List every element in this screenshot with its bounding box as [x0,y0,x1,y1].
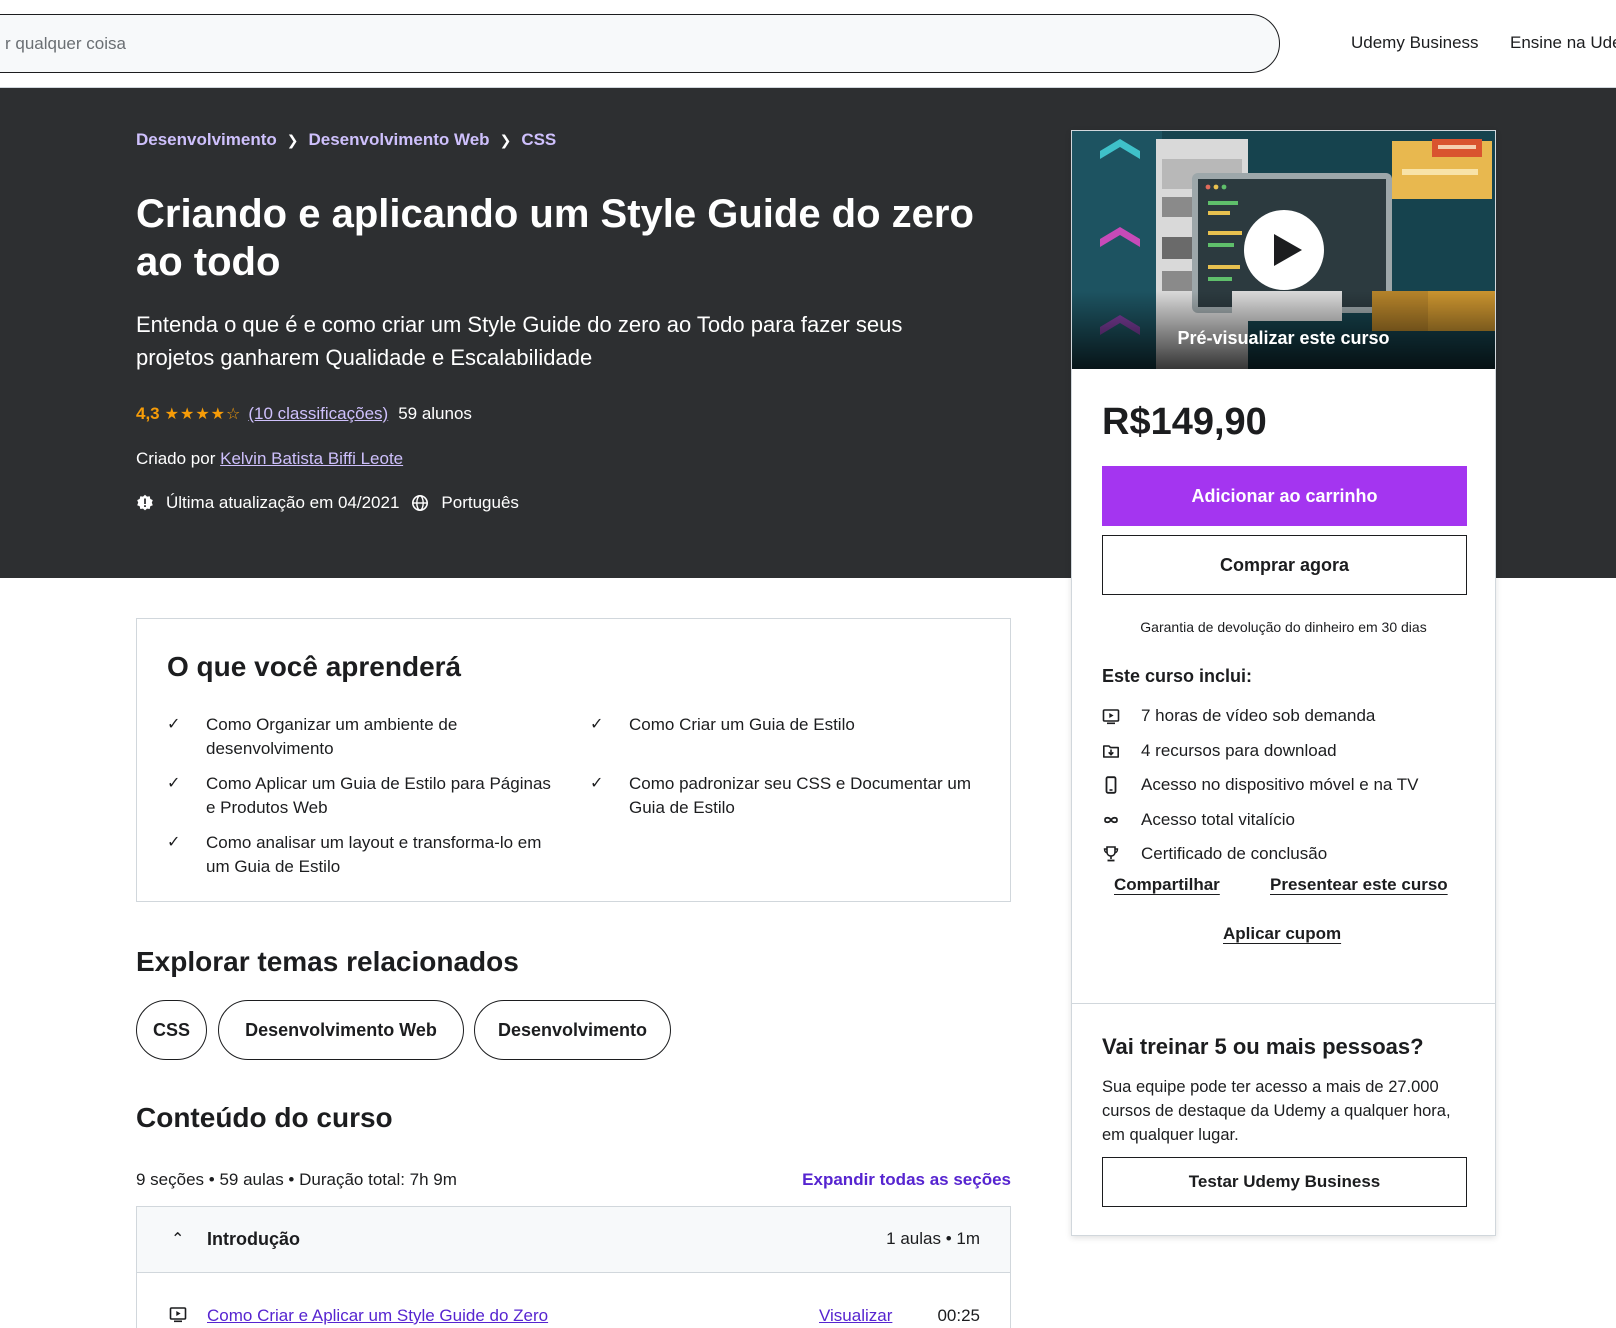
section-meta: 1 aulas • 1m [886,1229,980,1248]
business-title: Vai treinar 5 ou mais pessoas? [1102,1034,1424,1059]
search-bar[interactable] [0,14,1280,73]
students-count: 59 alunos [398,404,472,423]
money-back-guarantee: Garantia de devolução do dinheiro em 30 … [1140,619,1427,635]
purchase-card: Pré-visualizar este curso R$149,90 Adici… [1071,130,1496,1236]
infinity-icon [1104,816,1118,823]
download-icon [1103,744,1119,758]
chevron-right-icon: ❯ [499,131,512,148]
course-price: R$149,90 [1102,401,1267,443]
course-meta: Última atualização em 04/2021 Português [136,493,519,513]
nav-teach[interactable]: Ensine na Ude [1510,33,1616,53]
includes-item-video: 7 horas de vídeo sob demanda [1102,699,1472,734]
topic-pill-web-development[interactable]: Desenvolvimento Web [218,1000,464,1060]
search-input[interactable] [5,29,1205,59]
chevron-up-icon: ⌃ [171,1231,185,1248]
update-alert-icon [137,494,153,511]
learn-item: ✓ Como analisar um layout e transforma-l… [167,831,555,879]
topic-pill-css[interactable]: CSS [136,1000,207,1060]
instructor-link[interactable]: Kelvin Batista Biffi Leote [220,449,403,468]
breadcrumb-css[interactable]: CSS [521,130,556,150]
course-subtitle: Entenda o que é e como criar um Style Gu… [136,312,903,370]
share-link[interactable]: Compartilhar [1114,875,1220,895]
buy-now-button[interactable]: Comprar agora [1102,535,1467,595]
course-language: Português [441,493,519,512]
breadcrumb-development[interactable]: Desenvolvimento [136,130,277,150]
business-text: Sua equipe pode ter acesso a mais de 27.… [1102,1078,1451,1144]
what-you-will-learn: O que você aprenderá ✓ Como Organizar um… [136,618,1011,902]
course-preview-video[interactable]: Pré-visualizar este curso [1072,131,1495,369]
apply-coupon-link[interactable]: Aplicar cupom [1223,924,1341,944]
lecture-duration: 00:25 [937,1306,980,1325]
includes-item-lifetime: Acesso total vitalício [1102,803,1472,838]
related-topics-title: Explorar temas relacionados [136,946,519,977]
created-by: Criado por Kelvin Batista Biffi Leote [136,449,403,469]
chevron-right-icon: ❯ [286,131,299,148]
learn-title: O que você aprenderá [167,651,462,682]
mobile-icon [1105,776,1117,794]
gift-course-link[interactable]: Presentear este curso [1270,875,1448,895]
rating-row: 4,3 ★★★★☆ (10 classificações) 59 alunos [136,404,472,424]
add-to-cart-button[interactable]: Adicionar ao carrinho [1102,466,1467,526]
includes-item-certificate: Certificado de conclusão [1102,837,1472,872]
try-udemy-business-button[interactable]: Testar Udemy Business [1102,1157,1467,1207]
topic-pill-development[interactable]: Desenvolvimento [474,1000,671,1060]
lecture-row: Como Criar e Aplicar um Style Guide do Z… [136,1272,1011,1328]
includes-item-mobile: Acesso no dispositivo móvel e na TV [1102,768,1472,803]
created-by-label: Criado por [136,449,216,468]
includes-list: 7 horas de vídeo sob demanda 4 recursos … [1102,699,1472,872]
nav-udemy-business[interactable]: Udemy Business [1351,33,1479,53]
globe-icon [412,495,429,511]
learn-item: ✓ Como Aplicar um Guia de Estilo para Pá… [167,772,555,820]
video-icon [1102,709,1120,725]
check-icon: ✓ [167,775,181,792]
learn-item: ✓ Como padronizar seu CSS e Documentar u… [590,772,985,820]
lecture-title-link[interactable]: Como Criar e Aplicar um Style Guide do Z… [207,1306,548,1326]
course-title: Criando e aplicando um Style Guide do ze… [136,192,974,284]
video-icon [169,1307,187,1323]
last-updated: Última atualização em 04/2021 [166,493,400,512]
includes-title: Este curso inclui: [1102,666,1253,686]
ratings-count-link[interactable]: (10 classificações) [248,404,388,424]
star-rating-icon: ★★★★☆ [164,406,242,423]
course-content-summary: 9 seções • 59 aulas • Duração total: 7h … [136,1170,457,1189]
play-icon[interactable] [1244,210,1324,290]
section-header[interactable]: ⌃ Introdução 1 aulas • 1m [136,1206,1011,1273]
learn-item: ✓ Como Organizar um ambiente de desenvol… [167,713,555,761]
breadcrumb: Desenvolvimento ❯ Desenvolvimento Web ❯ … [136,130,556,150]
preview-label: Pré-visualizar este curso [1177,328,1390,348]
check-icon: ✓ [167,716,181,733]
breadcrumb-web-development[interactable]: Desenvolvimento Web [309,130,490,150]
course-content-title: Conteúdo do curso [136,1102,393,1133]
rating-value: 4,3 [136,404,160,423]
check-icon: ✓ [590,775,604,792]
learn-item: ✓ Como Criar um Guia de Estilo [590,713,985,737]
check-icon: ✓ [590,716,604,733]
check-icon: ✓ [167,834,181,851]
section-title: Introdução [207,1229,300,1249]
includes-item-download: 4 recursos para download [1102,734,1472,769]
top-header: Udemy Business Ensine na Ude [0,0,1616,88]
trophy-icon [1103,846,1119,862]
lecture-preview-link[interactable]: Visualizar [819,1306,892,1326]
card-divider [1072,1003,1495,1004]
expand-all-sections-link[interactable]: Expandir todas as seções [801,1170,1011,1190]
